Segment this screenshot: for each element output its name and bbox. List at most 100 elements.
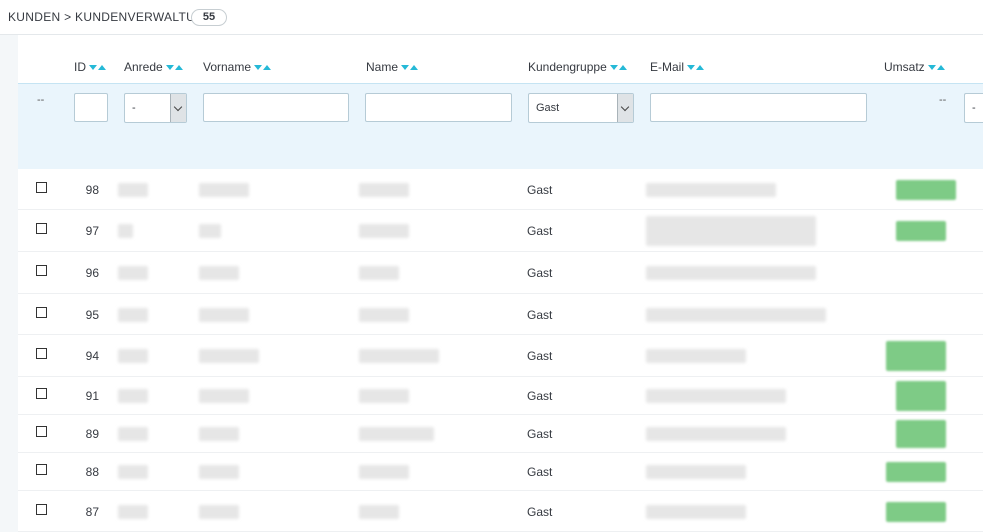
redacted-text [199,308,249,322]
row-checkbox[interactable] [36,348,47,359]
row-id: 98 [85,183,99,197]
col-name-label: Name [366,60,399,74]
sort-icon[interactable] [254,64,272,70]
table-row[interactable]: 91 Gast [18,377,983,415]
redacted-text [359,349,439,363]
redacted-text [199,465,239,479]
next-filter-value: - [972,102,976,114]
row-checkbox[interactable] [36,182,47,193]
redacted-text [118,266,148,280]
row-checkbox[interactable] [36,504,47,515]
col-vorname-label: Vorname [203,60,252,74]
anrede-filter-select[interactable]: - [124,93,187,123]
id-filter-input[interactable] [74,93,108,122]
redacted-text [118,389,148,403]
row-id: 95 [85,308,99,322]
redacted-text [359,505,399,519]
row-customer-group: Gast [527,427,553,441]
sort-icon[interactable] [927,64,945,70]
col-umsatz-label: Umsatz [884,60,925,74]
redacted-text [646,183,776,197]
chevron-down-icon [617,94,633,122]
table-row[interactable]: 94 Gast [18,335,983,377]
sort-icon[interactable] [687,64,705,70]
row-id: 89 [85,427,99,441]
row-checkbox[interactable] [36,307,47,318]
redacted-sales-value [886,341,946,371]
redacted-sales-value [886,502,946,522]
redacted-sales-value [896,381,946,411]
vorname-filter-input[interactable] [203,93,349,122]
email-filter-input[interactable] [650,93,867,122]
bulk-filter-placeholder: -- [37,94,45,106]
row-checkbox[interactable] [36,223,47,234]
redacted-text [359,266,399,280]
col-anrede[interactable]: Anrede [124,60,183,74]
redacted-text [646,427,786,441]
umsatz-filter-placeholder: -- [939,94,947,106]
col-name[interactable]: Name [366,60,419,74]
row-customer-group: Gast [527,505,553,519]
table-row[interactable]: 89 Gast [18,415,983,453]
row-customer-group: Gast [527,266,553,280]
row-customer-group: Gast [527,308,553,322]
table-row[interactable]: 87 Gast [18,491,983,532]
redacted-text [646,505,746,519]
row-customer-group: Gast [527,465,553,479]
redacted-text [359,183,409,197]
row-id: 96 [85,266,99,280]
sort-icon[interactable] [165,64,183,70]
redacted-text [118,427,148,441]
redacted-text [359,224,409,238]
redacted-text [359,465,409,479]
col-id[interactable]: ID [74,60,106,74]
redacted-text [359,427,434,441]
redacted-text [359,308,409,322]
col-kundengruppe[interactable]: Kundengruppe [528,60,627,74]
sort-icon[interactable] [401,64,419,70]
col-vorname[interactable]: Vorname [203,60,272,74]
redacted-text [646,349,746,363]
row-checkbox[interactable] [36,265,47,276]
row-checkbox[interactable] [36,388,47,399]
breadcrumb[interactable]: Kunden > Kundenverwaltung [8,10,214,24]
redacted-text [118,183,148,197]
chevron-down-icon [170,94,186,122]
row-checkbox[interactable] [36,426,47,437]
customer-count-badge: 55 [191,9,227,26]
redacted-text [646,216,816,246]
redacted-text [199,349,259,363]
redacted-sales-value [886,462,946,482]
next-filter-select[interactable]: - [964,93,983,123]
redacted-sales-value [896,420,946,448]
sort-icon[interactable] [89,64,106,70]
table-row[interactable]: 95 Gast [18,294,983,335]
filter-row: -- - Gast -- - [18,83,983,169]
table-row[interactable]: 88 Gast [18,453,983,491]
redacted-text [199,224,221,238]
redacted-text [646,308,826,322]
name-filter-input[interactable] [365,93,512,122]
kundengruppe-filter-select[interactable]: Gast [528,93,634,123]
col-email[interactable]: E-Mail [650,60,705,74]
redacted-text [646,465,746,479]
col-id-label: ID [74,60,86,74]
row-id: 97 [85,224,99,238]
redacted-text [199,505,239,519]
row-id: 94 [85,349,99,363]
table-row[interactable]: 96 Gast [18,252,983,294]
col-umsatz[interactable]: Umsatz [884,60,945,74]
redacted-text [199,266,239,280]
redacted-text [118,465,148,479]
redacted-text [118,224,133,238]
col-email-label: E-Mail [650,60,685,74]
table-row[interactable]: 97 Gast [18,210,983,252]
redacted-text [118,505,148,519]
row-checkbox[interactable] [36,464,47,475]
redacted-sales-value [896,221,946,241]
sort-icon[interactable] [609,64,627,70]
anrede-filter-value: - [132,102,136,114]
col-anrede-label: Anrede [124,60,163,74]
row-id: 91 [85,389,99,403]
table-row[interactable]: 98 Gast [18,169,983,210]
